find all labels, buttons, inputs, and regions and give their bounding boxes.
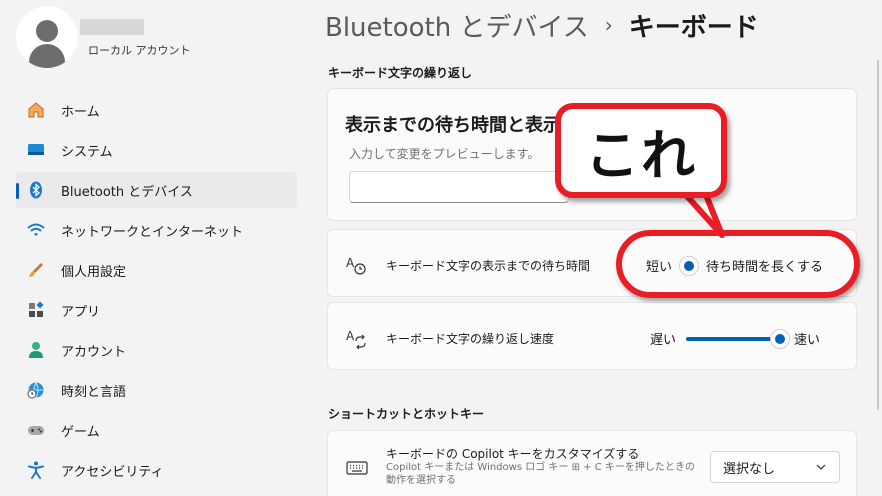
repeat-rate-icon: A xyxy=(345,327,369,351)
avatar xyxy=(16,6,78,68)
avatar-body xyxy=(29,44,65,68)
copilot-key-row: キーボードの Copilot キーをカスタマイズする Copilot キーまたは… xyxy=(327,430,857,496)
sidebar-item-accessibility[interactable]: アクセシビリティ xyxy=(16,452,297,488)
time-language-icon xyxy=(26,380,46,400)
test-card-subtitle: 入力して変更をプレビューします。 xyxy=(349,147,540,161)
repeat-rate-max-label: 速い xyxy=(794,333,821,348)
breadcrumb-separator: › xyxy=(604,13,613,37)
sidebar-item-label: アプリ xyxy=(61,304,101,320)
svg-text:A: A xyxy=(346,329,355,343)
sidebar-item-personalization[interactable]: 個人用設定 xyxy=(16,252,297,288)
apps-icon xyxy=(26,300,46,320)
sidebar-item-apps[interactable]: アプリ xyxy=(16,292,297,328)
repeat-delay-label: キーボード文字の表示までの待ち時間 xyxy=(386,259,591,273)
repeat-rate-thumb[interactable] xyxy=(770,328,791,349)
section-header-repeat: キーボード文字の繰り返し xyxy=(328,66,473,80)
test-card-title: 表示までの待ち時間と表示 xyxy=(345,115,561,136)
account-icon xyxy=(26,340,46,360)
chevron-down-icon xyxy=(815,461,827,477)
breadcrumb-parent[interactable]: Bluetooth とデバイス xyxy=(325,7,589,44)
gaming-icon xyxy=(26,420,46,440)
copilot-key-description: Copilot キーまたは Windows ロゴ キー ⊞ + C キーを押した… xyxy=(386,462,695,486)
sidebar-item-gaming[interactable]: ゲーム xyxy=(16,412,297,448)
sidebar-item-label: ホーム xyxy=(61,104,100,120)
scrollbar-thumb[interactable] xyxy=(877,60,879,410)
sidebar-item-label: アクセシビリティ xyxy=(61,464,164,480)
breadcrumb: Bluetooth とデバイス › キーボード xyxy=(325,6,759,44)
annotation-text: これ xyxy=(585,124,697,187)
sidebar-item-home[interactable]: ホーム xyxy=(16,92,297,128)
repeat-test-input[interactable] xyxy=(349,171,569,203)
repeat-rate-slider[interactable]: 遅い 速い xyxy=(650,328,821,349)
account-name-redacted xyxy=(80,19,144,35)
account-section[interactable]: ローカル アカウント xyxy=(16,6,306,68)
sidebar-item-accounts[interactable]: アカウント xyxy=(16,332,297,368)
bluetooth-icon xyxy=(26,180,46,200)
account-type: ローカル アカウント xyxy=(88,44,191,57)
sidebar-item-label: 時刻と言語 xyxy=(61,384,127,400)
svg-text:A: A xyxy=(346,256,355,270)
sidebar-item-label: Bluetooth とデバイス xyxy=(61,184,193,200)
sidebar-item-label: ネットワークとインターネット xyxy=(61,224,244,240)
repeat-rate-track[interactable] xyxy=(686,328,791,349)
network-icon xyxy=(26,220,46,240)
sidebar: ローカル アカウント ホーム システム Bluetooth とデバイス ネットワ… xyxy=(0,0,310,496)
home-icon xyxy=(26,100,46,120)
sidebar-item-label: アカウント xyxy=(61,344,127,360)
sidebar-nav: ホーム システム Bluetooth とデバイス ネットワークとインターネット … xyxy=(16,92,297,492)
system-icon xyxy=(26,140,46,160)
sidebar-item-network[interactable]: ネットワークとインターネット xyxy=(16,212,297,248)
keyboard-icon xyxy=(345,456,369,480)
copilot-key-dropdown-value: 選択なし xyxy=(723,461,776,477)
page-title: キーボード xyxy=(628,12,759,43)
repeat-delay-icon: A xyxy=(345,254,369,278)
repeat-rate-min-label: 遅い xyxy=(650,333,677,348)
copilot-key-dropdown[interactable]: 選択なし xyxy=(710,451,840,483)
avatar-head xyxy=(36,20,58,42)
copilot-key-label: キーボードの Copilot キーをカスタマイズする xyxy=(386,447,640,461)
annotation-callout-bubble: これ xyxy=(555,103,727,198)
sidebar-item-label: ゲーム xyxy=(61,424,100,440)
repeat-rate-label: キーボード文字の繰り返し速度 xyxy=(386,332,555,346)
brush-icon xyxy=(26,260,46,280)
accessibility-icon xyxy=(26,460,46,480)
section-header-shortcuts: ショートカットとホットキー xyxy=(328,407,485,421)
sidebar-item-system[interactable]: システム xyxy=(16,132,297,168)
sidebar-item-bluetooth-devices[interactable]: Bluetooth とデバイス xyxy=(16,172,297,208)
repeat-rate-row: A キーボード文字の繰り返し速度 遅い 速い xyxy=(327,302,857,370)
sidebar-item-label: システム xyxy=(61,144,113,160)
sidebar-item-label: 個人用設定 xyxy=(61,264,127,280)
sidebar-item-time-language[interactable]: 時刻と言語 xyxy=(16,372,297,408)
